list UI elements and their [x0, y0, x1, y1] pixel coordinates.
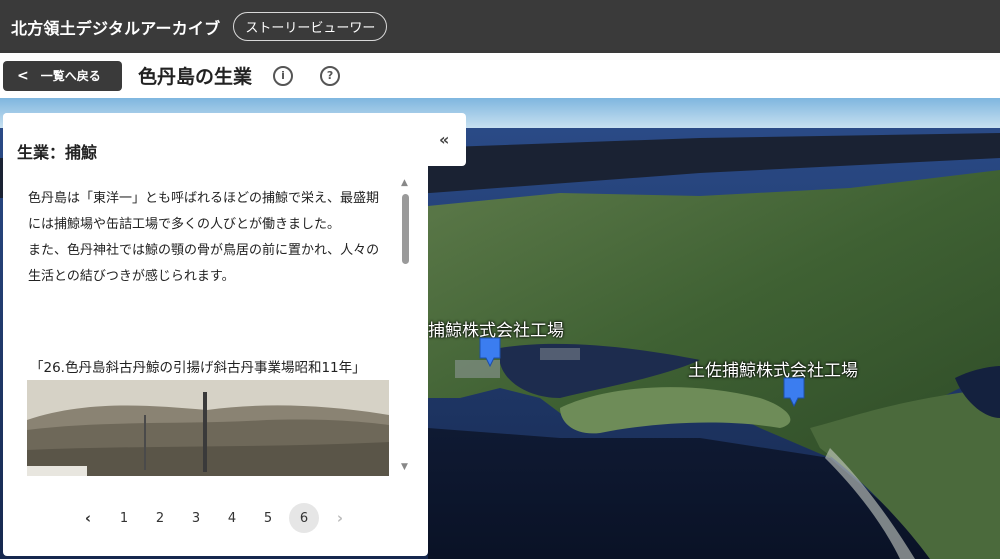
page-2-button[interactable]: 2	[145, 503, 175, 533]
map-pin-icon[interactable]	[782, 376, 806, 408]
top-bar: 北方領土デジタルアーカイブ ストーリービューワー	[0, 0, 1000, 53]
chevron-left-icon: <	[17, 67, 29, 84]
next-page-button[interactable]: ›	[325, 503, 355, 533]
help-icon[interactable]: ?	[320, 65, 341, 86]
sub-header: < 一覧へ戻る 色丹島の生業 i ?	[0, 53, 1000, 98]
back-to-list-button[interactable]: < 一覧へ戻る	[3, 60, 122, 91]
back-label: 一覧へ戻る	[40, 69, 101, 83]
photo-caption: 「26.色丹島斜古丹鯨の引揚げ斜古丹事業場昭和11年」	[30, 360, 366, 376]
map-label-tosa-whaling-factory[interactable]: 土佐捕鯨株式会社工場	[688, 356, 858, 381]
scroll-down-icon[interactable]: ▼	[401, 462, 408, 472]
collapse-panel-icon[interactable]: «	[439, 130, 449, 149]
page-4-button[interactable]: 4	[217, 503, 247, 533]
page-6-button[interactable]: 6	[289, 503, 319, 533]
info-icon[interactable]: i	[273, 65, 294, 86]
story-viewer-button[interactable]: ストーリービューワー	[233, 12, 388, 41]
prev-page-button[interactable]: ‹	[73, 503, 103, 533]
story-panel	[3, 113, 428, 556]
panel-title: 生業：捕鯨	[17, 143, 98, 162]
map-pin-icon[interactable]	[478, 336, 502, 368]
page-3-button[interactable]: 3	[181, 503, 211, 533]
story-paragraph-2: また、色丹神社では鯨の顎の骨が鳥居の前に置かれ、人々の生活との結びつきが感じられ…	[28, 243, 380, 284]
historical-photo-image	[27, 380, 389, 476]
page-1-button[interactable]: 1	[109, 503, 139, 533]
page-title: 色丹島の生業	[138, 66, 253, 88]
historical-photo[interactable]	[27, 380, 389, 476]
pagination: ‹ 1 2 3 4 5 6 ›	[73, 503, 361, 533]
app-title[interactable]: 北方領土デジタルアーカイブ	[11, 15, 220, 39]
scroll-up-icon[interactable]: ▲	[401, 178, 408, 188]
scroll-thumb[interactable]	[402, 194, 409, 264]
page-5-button[interactable]: 5	[253, 503, 283, 533]
story-paragraph-1: 色丹島は「東洋一」とも呼ばれるほどの捕鯨で栄え、最盛期には捕鯨場や缶詰工場で多く…	[28, 191, 380, 232]
story-text: 色丹島は「東洋一」とも呼ばれるほどの捕鯨で栄え、最盛期には捕鯨場や缶詰工場で多く…	[28, 186, 388, 290]
